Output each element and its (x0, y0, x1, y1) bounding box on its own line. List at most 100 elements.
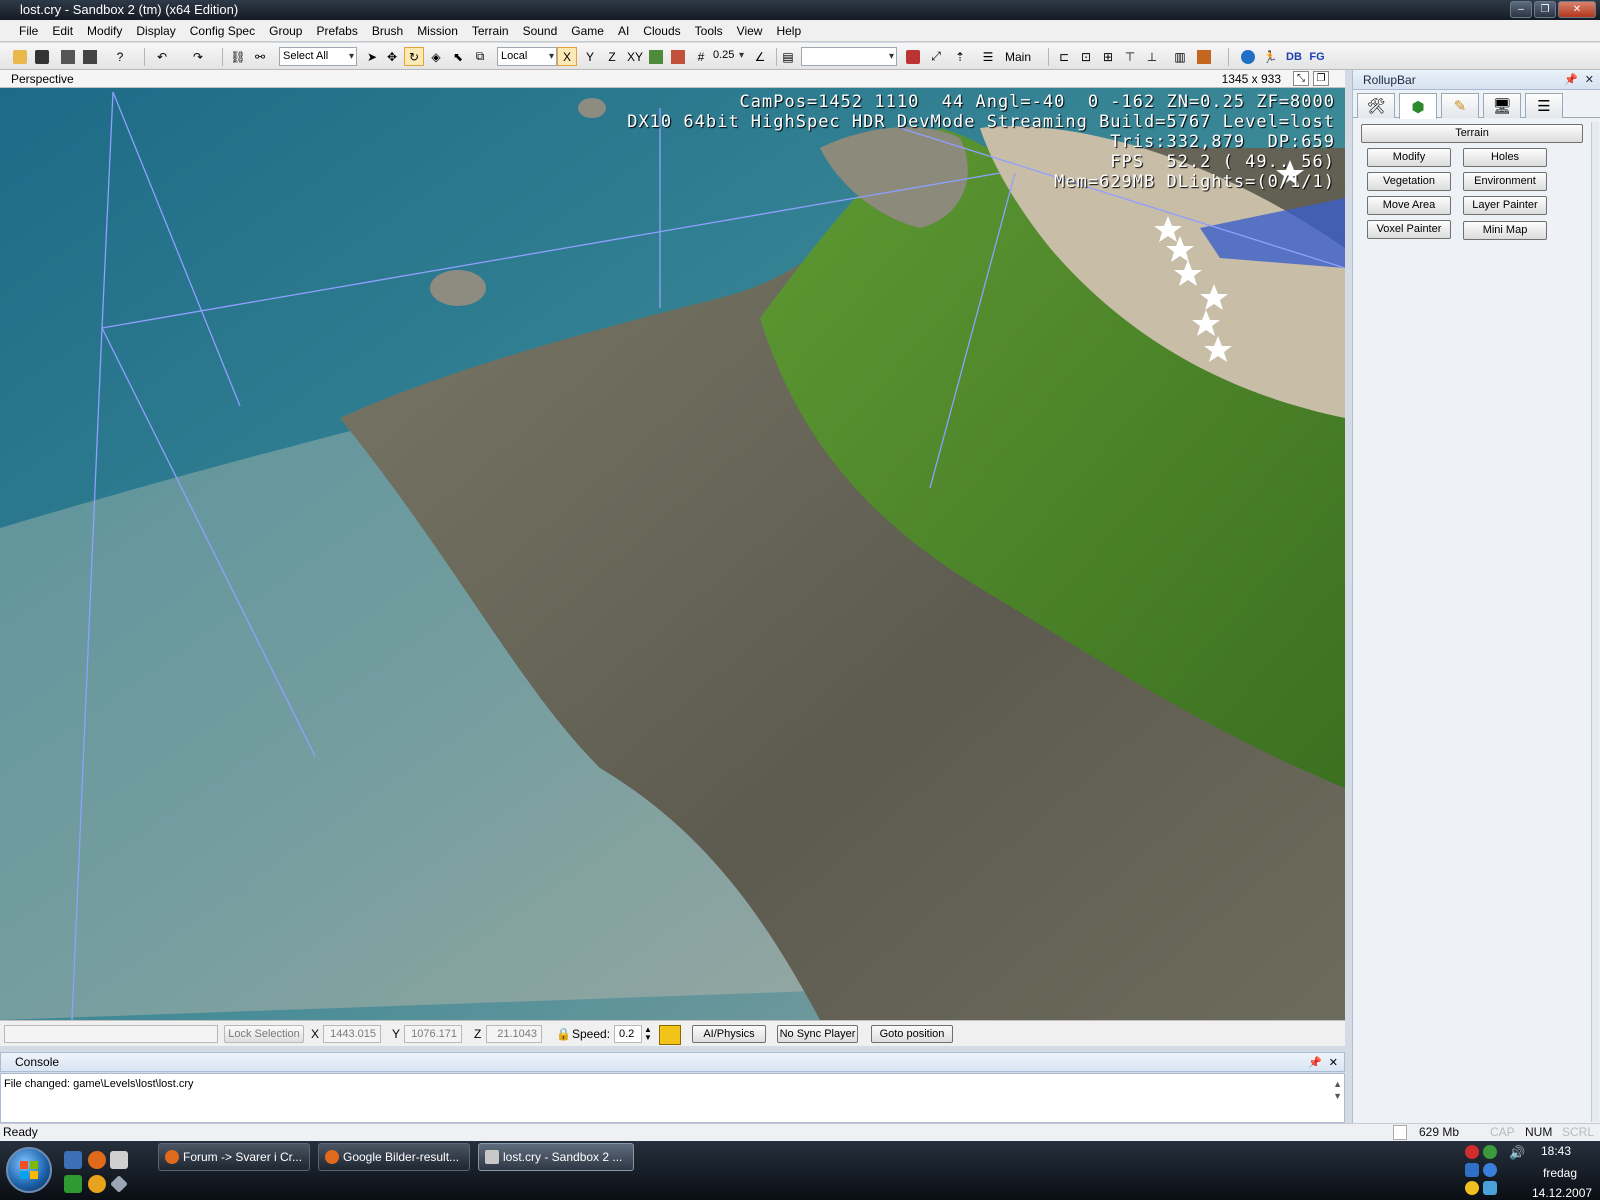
viewport-maximize-icon[interactable]: ❐ (1313, 71, 1329, 86)
calendar-icon[interactable] (110, 1151, 128, 1169)
y-coordinate-field[interactable]: 1076.171 (404, 1025, 462, 1043)
tab-terrain-icon[interactable]: ⬢ (1399, 93, 1437, 119)
axis-xy-toggle[interactable]: XY (625, 47, 645, 66)
menu-file[interactable]: File (12, 20, 45, 42)
select-cursor-icon[interactable]: ➤ (362, 47, 382, 66)
tab-layers-icon[interactable]: ☰ (1525, 93, 1563, 118)
voxel-painter-button[interactable]: Voxel Painter (1367, 220, 1451, 239)
menu-ai[interactable]: AI (611, 20, 636, 42)
named-selection-select[interactable] (801, 47, 897, 66)
rollup-scrollbar[interactable] (1591, 122, 1599, 1122)
minimize-icon[interactable]: – (1510, 1, 1532, 18)
menu-prefabs[interactable]: Prefabs (309, 20, 364, 42)
diamond-icon[interactable] (110, 1175, 128, 1193)
vegetation-button[interactable]: Vegetation (1367, 172, 1451, 191)
axis-z-toggle[interactable]: Z (602, 47, 622, 66)
region-select-icon[interactable]: ⧉ (470, 47, 490, 66)
terrain-follow-icon[interactable] (659, 1025, 681, 1045)
film-icon[interactable] (1194, 47, 1214, 66)
menu-tools[interactable]: Tools (688, 20, 730, 42)
console-scroll-arrows[interactable]: ▲ ▼ (1333, 1078, 1342, 1102)
perspective-viewport[interactable]: CamPos=1452 1110 44 Angl=-40 0 -162 ZN=0… (0, 88, 1345, 1020)
align-grid-icon[interactable]: ⊞ (1098, 47, 1118, 66)
player-icon[interactable]: 🏃 (1260, 47, 1280, 66)
open-file-icon[interactable] (10, 47, 30, 66)
select-terrain-icon[interactable]: ⬉ (448, 47, 468, 66)
tab-display-icon[interactable]: 🖥 (1483, 93, 1521, 118)
move-area-button[interactable]: Move Area (1367, 196, 1451, 215)
menu-mission[interactable]: Mission (410, 20, 465, 42)
tab-objects-icon[interactable]: 🛠 (1357, 93, 1395, 118)
pick-object-icon[interactable]: ⇡ (950, 47, 970, 66)
physics-icon[interactable]: ▥ (1170, 47, 1190, 66)
taskbar-task-forum[interactable]: Forum -> Svarer i Cr... (158, 1143, 310, 1171)
lock-selection-button[interactable]: Lock Selection (224, 1025, 304, 1043)
hierarchy-icon[interactable]: ⊤ (1120, 47, 1140, 66)
clock-day[interactable]: fredag (1543, 1166, 1577, 1180)
console-output[interactable]: File changed: game\Levels\lost\lost.cry … (0, 1073, 1345, 1123)
mini-map-button[interactable]: Mini Map (1463, 221, 1547, 240)
menu-brush[interactable]: Brush (365, 20, 410, 42)
ai-physics-button[interactable]: AI/Physics (692, 1025, 766, 1043)
update-icon[interactable] (1465, 1181, 1479, 1195)
menu-group[interactable]: Group (262, 20, 309, 42)
database-button[interactable]: DB (1283, 47, 1305, 66)
clock-time[interactable]: 18:43 (1541, 1144, 1571, 1158)
globe-icon[interactable] (1238, 47, 1258, 66)
tab-modeling-icon[interactable]: ✎ (1441, 93, 1479, 118)
object-snap-icon[interactable] (668, 47, 688, 66)
help-icon[interactable]: ? (110, 47, 130, 66)
link-icon[interactable]: ⛓ (228, 47, 248, 66)
current-layer-label[interactable]: Main (1000, 47, 1036, 66)
align-bottom-icon[interactable]: ⊥ (1142, 47, 1162, 66)
no-sync-player-button[interactable]: No Sync Player (777, 1025, 858, 1043)
close-icon[interactable]: ✕ (1558, 1, 1596, 18)
terrain-snap-icon[interactable] (646, 47, 666, 66)
info-icon[interactable] (88, 1175, 106, 1193)
viewport-options-icon[interactable]: ⤡ (1293, 71, 1309, 86)
menu-game[interactable]: Game (564, 20, 611, 42)
menu-config-spec[interactable]: Config Spec (183, 20, 262, 42)
align-left-icon[interactable]: ⊏ (1054, 47, 1074, 66)
save-level-icon[interactable] (58, 47, 78, 66)
z-coordinate-field[interactable]: 21.1043 (486, 1025, 542, 1043)
environment-button[interactable]: Environment (1463, 172, 1547, 191)
delete-selection-icon[interactable] (903, 47, 923, 66)
axis-x-toggle[interactable]: X (557, 47, 577, 66)
scale-icon[interactable]: ◈ (426, 47, 446, 66)
redo-icon[interactable]: ↷ (188, 47, 208, 66)
layer-painter-button[interactable]: Layer Painter (1463, 196, 1547, 215)
network-info-icon[interactable] (1465, 1163, 1479, 1177)
taskbar-task-sandbox[interactable]: lost.cry - Sandbox 2 ... (478, 1143, 634, 1171)
align-center-icon[interactable]: ⊡ (1076, 47, 1096, 66)
rollup-close-icon[interactable]: ✕ (1585, 70, 1594, 90)
layers-icon[interactable]: ☰ (978, 47, 998, 66)
grid-icon[interactable]: # (691, 47, 711, 66)
lock-icon[interactable]: 🔒 (556, 1026, 571, 1042)
network-icon[interactable] (1483, 1163, 1497, 1177)
modify-button[interactable]: Modify (1367, 148, 1451, 167)
menu-edit[interactable]: Edit (45, 20, 80, 42)
coordinate-system-select[interactable]: Local (497, 47, 557, 66)
menu-terrain[interactable]: Terrain (465, 20, 516, 42)
export-icon[interactable] (80, 47, 100, 66)
menu-sound[interactable]: Sound (516, 20, 565, 42)
axis-y-toggle[interactable]: Y (580, 47, 600, 66)
menu-display[interactable]: Display (129, 20, 182, 42)
show-desktop-icon[interactable] (64, 1151, 82, 1169)
messenger-icon[interactable] (1483, 1145, 1497, 1159)
speed-input[interactable]: 0.2 (614, 1025, 642, 1043)
security-alert-icon[interactable] (1465, 1145, 1479, 1159)
viewport-name[interactable]: Perspective (11, 72, 74, 86)
selection-mask-select[interactable]: Select All (279, 47, 357, 66)
console-close-icon[interactable]: ✕ (1329, 1054, 1338, 1072)
holes-button[interactable]: Holes (1463, 148, 1547, 167)
x-coordinate-field[interactable]: 1443.015 (323, 1025, 381, 1043)
app-icon[interactable] (64, 1175, 82, 1193)
volume-icon[interactable]: 🔊 (1509, 1145, 1525, 1161)
rotate-icon[interactable]: ↻ (404, 47, 424, 66)
display-tray-icon[interactable] (1483, 1181, 1497, 1195)
goto-position-button[interactable]: Goto position (871, 1025, 953, 1043)
grid-size-select[interactable]: 0.25 (710, 47, 746, 66)
menu-modify[interactable]: Modify (80, 20, 129, 42)
